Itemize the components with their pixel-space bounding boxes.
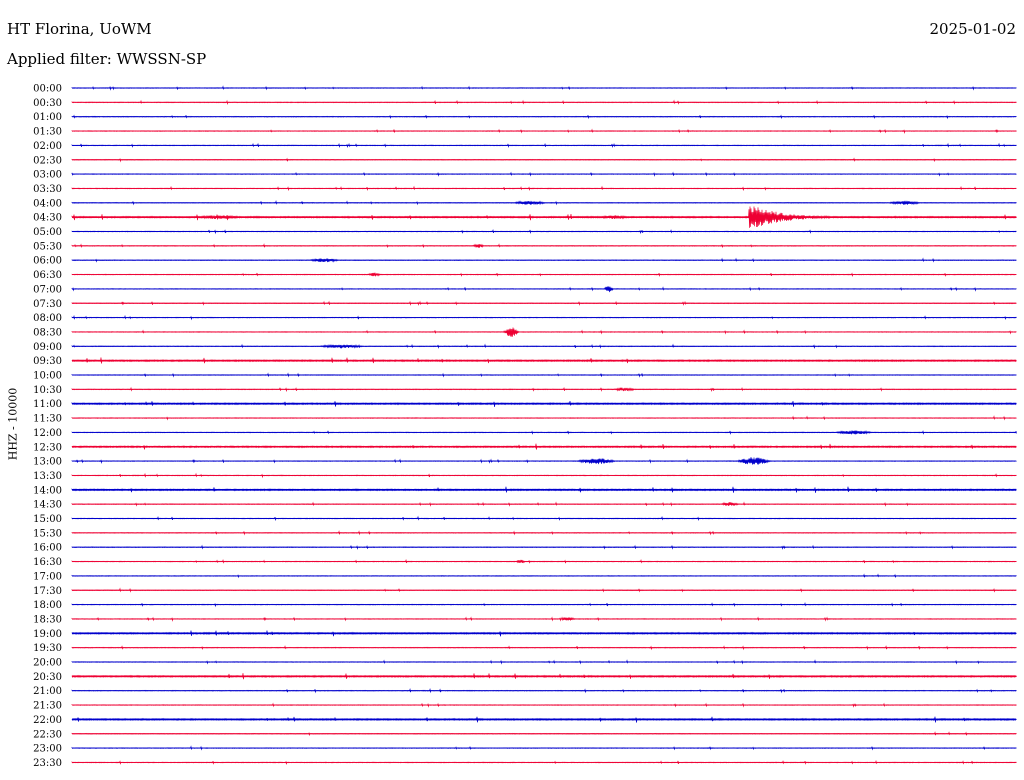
row-time-label: 07:30 xyxy=(33,299,62,310)
row-time-label: 18:30 xyxy=(33,614,62,625)
row-time-label: 01:00 xyxy=(33,112,62,123)
row-time-label: 14:30 xyxy=(33,500,62,511)
row-time-label: 08:30 xyxy=(33,327,62,338)
row-time-label: 14:00 xyxy=(33,485,62,496)
row-time-label: 04:30 xyxy=(33,213,62,224)
row-time-label: 19:00 xyxy=(33,629,62,640)
row-time-label: 20:30 xyxy=(33,672,62,683)
row-time-label: 11:30 xyxy=(33,414,62,425)
row-time-label: 12:30 xyxy=(33,442,62,453)
row-time-label: 15:00 xyxy=(33,514,62,525)
row-time-label: 19:30 xyxy=(33,643,62,654)
row-time-label: 09:00 xyxy=(33,342,62,353)
row-time-label: 22:00 xyxy=(33,715,62,726)
row-time-label: 23:30 xyxy=(33,758,62,769)
row-time-label: 11:00 xyxy=(33,399,62,410)
row-time-label: 03:00 xyxy=(33,170,62,181)
row-time-label: 07:00 xyxy=(33,284,62,295)
row-time-label: 22:30 xyxy=(33,729,62,740)
row-time-label: 01:30 xyxy=(33,127,62,138)
row-time-label: 21:00 xyxy=(33,686,62,697)
row-time-label: 17:00 xyxy=(33,571,62,582)
row-time-label: 06:00 xyxy=(33,256,62,267)
row-time-label: 06:30 xyxy=(33,270,62,281)
row-time-label: 12:00 xyxy=(33,428,62,439)
row-time-label: 18:00 xyxy=(33,600,62,611)
row-time-label: 17:30 xyxy=(33,586,62,597)
row-time-label: 16:30 xyxy=(33,557,62,568)
row-time-label: 10:00 xyxy=(33,371,62,382)
helicorder-plot: 00:00 00:30 01:00 01:30 02:00 02:30 03:00 03:30… xyxy=(33,84,1017,769)
row-time-label: 00:00 xyxy=(33,84,62,95)
row-time-label: 21:30 xyxy=(33,701,62,712)
row-time-label: 05:00 xyxy=(33,227,62,238)
row-time-label: 20:00 xyxy=(33,658,62,669)
row-time-label: 08:00 xyxy=(33,313,62,324)
row-time-label: 04:00 xyxy=(33,198,62,209)
row-time-label: 05:30 xyxy=(33,241,62,252)
row-time-label: 16:00 xyxy=(33,543,62,554)
row-time-label: 15:30 xyxy=(33,528,62,539)
row-time-label: 09:30 xyxy=(33,356,62,367)
row-time-label: 03:30 xyxy=(33,184,62,195)
row-time-label: 13:00 xyxy=(33,457,62,468)
row-time-label: 00:30 xyxy=(33,98,62,109)
row-time-label: 02:00 xyxy=(33,141,62,152)
row-time-label: 02:30 xyxy=(33,155,62,166)
row-time-label: 23:00 xyxy=(33,744,62,755)
row-time-label: 13:30 xyxy=(33,471,62,482)
row-time-label: 10:30 xyxy=(33,385,62,396)
